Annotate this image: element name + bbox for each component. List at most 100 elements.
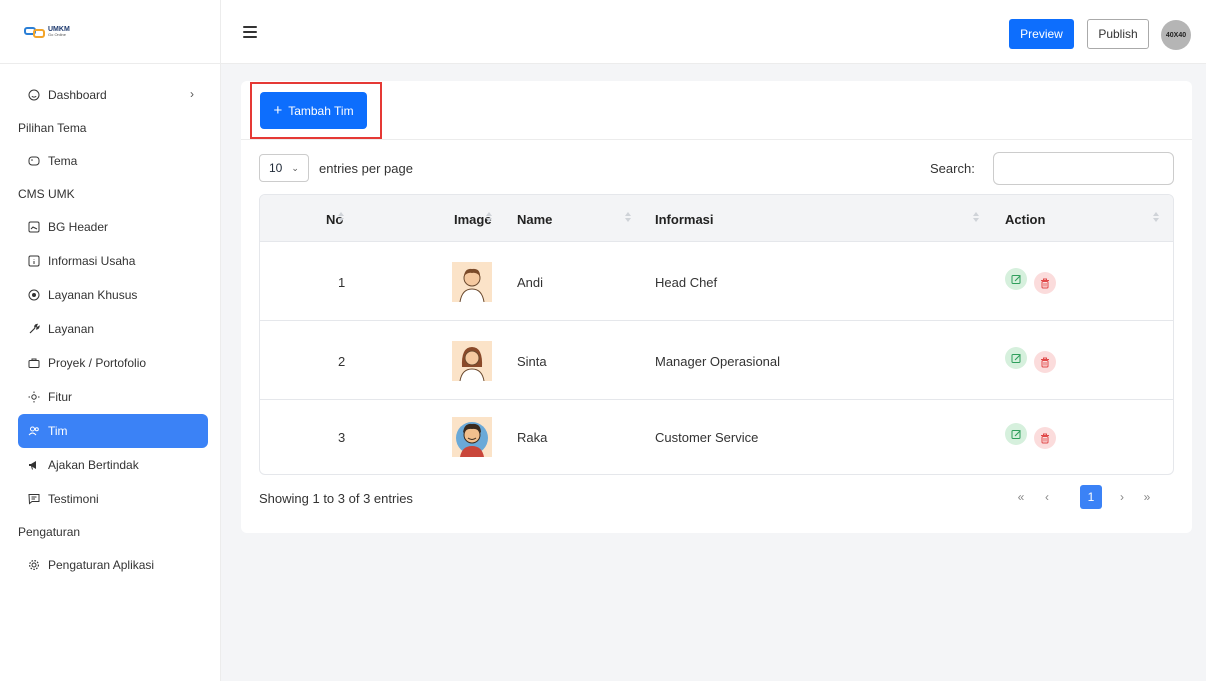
logo-subtext: Go Online [48, 32, 67, 37]
megaphone-icon [28, 459, 40, 471]
sidebar-item-layanan-khusus[interactable]: Layanan Khusus [18, 278, 208, 312]
table-row: 2 Sinta Manager Operasional [260, 321, 1173, 400]
pagination-prev[interactable]: ‹ [1036, 485, 1058, 509]
sidebar-item-label: Testimoni [48, 492, 99, 506]
topbar: Preview Publish 40X40 [221, 0, 1206, 64]
cell-no: 3 [338, 430, 346, 445]
cell-informasi: Customer Service [655, 430, 759, 445]
sort-icon[interactable] [1153, 210, 1159, 224]
info-box-icon [28, 255, 40, 267]
cell-no: 2 [338, 354, 346, 369]
star-circle-icon [28, 289, 40, 301]
avatar[interactable]: 40X40 [1161, 20, 1191, 50]
sidebar-item-informasi-usaha[interactable]: Informasi Usaha [18, 244, 208, 278]
cell-informasi: Manager Operasional [655, 354, 781, 369]
entries-label: entries per page [319, 161, 413, 176]
sidebar-item-label: Dashboard [48, 88, 107, 102]
wrench-icon [28, 323, 40, 335]
avatar-boy-icon [452, 417, 492, 457]
delete-button[interactable] [1034, 427, 1056, 449]
logo-area: UMKM Go Online [0, 0, 220, 64]
edit-button[interactable] [1005, 347, 1027, 369]
sidebar-item-tema[interactable]: Tema [18, 144, 208, 178]
avatar-man-icon [452, 262, 492, 303]
sidebar-item-proyek-portofolio[interactable]: Proyek / Portofolio [18, 346, 208, 380]
publish-button[interactable]: Publish [1087, 19, 1149, 49]
palette-icon [28, 155, 40, 167]
table-controls: 10 ⌄ entries per page Search: [259, 152, 1174, 185]
sidebar-section-title: Pengaturan [18, 525, 81, 539]
column-header-informasi[interactable]: Informasi [655, 212, 714, 227]
sidebar-item-layanan[interactable]: Layanan [18, 312, 208, 346]
logo-mark-icon [24, 25, 46, 39]
table-row: 3 Raka Customer Service [260, 400, 1173, 474]
cell-name: Sinta [517, 354, 547, 369]
pagination-next[interactable]: › [1111, 485, 1133, 509]
card-header: + Tambah Tim [241, 81, 1192, 140]
cell-informasi: Head Chef [655, 275, 718, 290]
sidebar-item-testimoni[interactable]: Testimoni [18, 482, 208, 516]
sidebar-section-title: CMS UMK [18, 187, 75, 201]
gear-icon [28, 559, 40, 571]
delete-button[interactable] [1034, 351, 1056, 373]
search-input[interactable] [993, 152, 1174, 185]
table-header: No Image Name Informasi Action [260, 195, 1173, 242]
table-info: Showing 1 to 3 of 3 entries [259, 491, 413, 506]
column-header-action[interactable]: Action [1005, 212, 1045, 227]
sort-icon[interactable] [338, 210, 344, 224]
entries-value: 10 [269, 161, 283, 175]
sidebar-item-label: Fitur [48, 390, 72, 404]
avatar-woman-icon [452, 341, 492, 382]
add-team-label: Tambah Tim [288, 103, 354, 118]
delete-button[interactable] [1034, 272, 1056, 294]
cell-no: 1 [338, 275, 346, 290]
cell-name: Raka [517, 430, 548, 445]
sidebar-item-label: Tema [48, 154, 78, 168]
sidebar-item-pengaturan-aplikasi[interactable]: Pengaturan Aplikasi [18, 548, 208, 582]
add-team-button[interactable]: + Tambah Tim [260, 92, 367, 129]
team-card: + Tambah Tim 10 ⌄ entries per page Searc… [241, 81, 1192, 533]
chat-icon [28, 493, 40, 505]
pagination-first[interactable]: « [1010, 485, 1032, 509]
search-label: Search: [930, 161, 975, 176]
sidebar-item-label: BG Header [48, 220, 109, 234]
plus-icon: + [273, 102, 283, 119]
briefcase-icon [28, 357, 40, 369]
sort-icon[interactable] [973, 210, 979, 224]
edit-button[interactable] [1005, 423, 1027, 445]
image-icon [28, 221, 40, 233]
sidebar-item-label: Informasi Usaha [48, 254, 136, 268]
sort-icon[interactable] [625, 210, 631, 224]
entries-per-page-select[interactable]: 10 ⌄ [259, 154, 309, 182]
sidebar-item-label: Pengaturan Aplikasi [48, 558, 155, 572]
pagination-last[interactable]: » [1136, 485, 1158, 509]
chevron-down-icon: ⌄ [291, 162, 299, 173]
column-header-name[interactable]: Name [517, 212, 552, 227]
sidebar-item-dashboard[interactable]: Dashboard › [18, 78, 208, 112]
team-table: No Image Name Informasi Action 1 Andi Head… [259, 194, 1174, 475]
edit-button[interactable] [1005, 268, 1027, 290]
users-icon [28, 425, 40, 437]
menu-toggle-icon[interactable] [243, 26, 257, 38]
sidebar: UMKM Go Online Dashboard › Pilihan Tema Tem… [0, 0, 221, 681]
table-row: 1 Andi Head Chef [260, 242, 1173, 321]
preview-button[interactable]: Preview [1009, 19, 1074, 49]
bulb-icon [28, 391, 40, 403]
sidebar-item-ajakan-bertindak[interactable]: Ajakan Bertindak [18, 448, 208, 482]
sidebar-section-title: Pilihan Tema [18, 121, 87, 135]
sidebar-item-label: Layanan [48, 322, 95, 336]
sidebar-menu: Dashboard › Pilihan Tema Tema CMS UMK BG Head… [0, 64, 220, 582]
pagination-page-1[interactable]: 1 [1080, 485, 1102, 509]
sidebar-item-label: Ajakan Bertindak [48, 458, 139, 472]
sidebar-item-label: Proyek / Portofolio [48, 356, 147, 370]
cell-name: Andi [517, 275, 544, 290]
smile-icon [28, 89, 40, 101]
sidebar-item-label: Tim [48, 424, 68, 438]
brand-logo[interactable]: UMKM Go Online [24, 25, 70, 39]
sidebar-item-fitur[interactable]: Fitur [18, 380, 208, 414]
sort-icon[interactable] [486, 210, 492, 224]
sidebar-item-label: Layanan Khusus [48, 288, 138, 302]
chevron-right-icon: › [190, 87, 194, 101]
sidebar-item-bg-header[interactable]: BG Header [18, 210, 208, 244]
sidebar-item-tim[interactable]: Tim [18, 414, 208, 448]
